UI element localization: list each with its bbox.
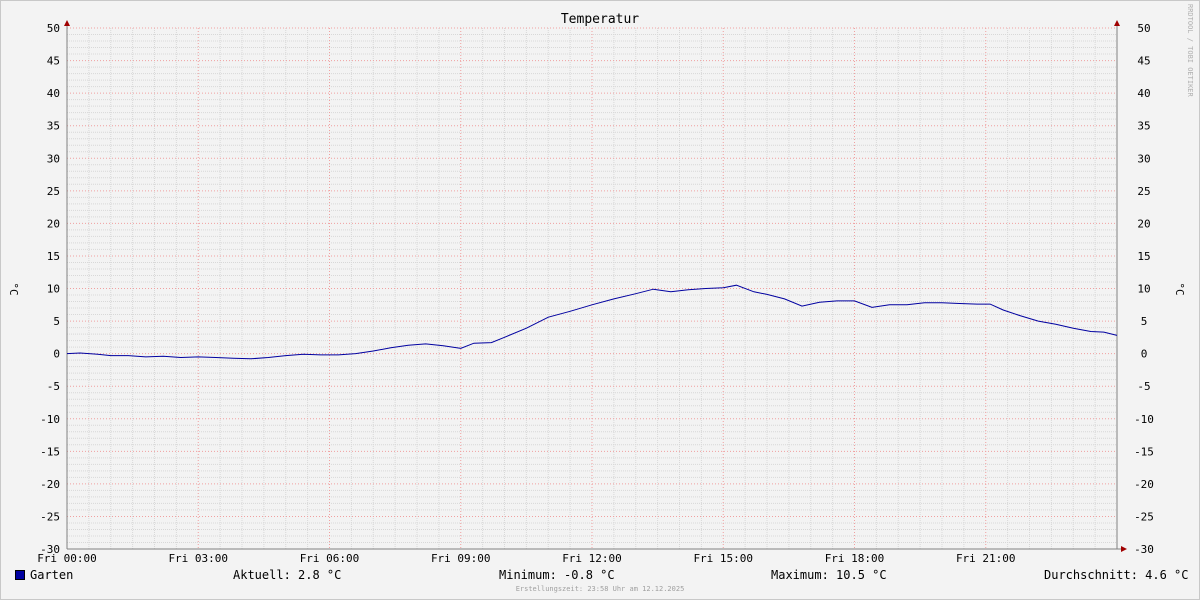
stat-minimum-value: -0.8 °C [564,568,615,582]
y-tick-label: 10 [47,283,60,296]
x-tick-label: Fri 18:00 [825,552,885,565]
y-tick-label: -20 [1134,478,1154,491]
y-tick-label: 35 [47,120,60,133]
y-tick-label: 15 [47,250,60,263]
y-tick-labels-right: 50454035302520151050-5-10-15-20-25-30 [1134,22,1154,556]
x-tick-labels: Fri 00:00 Fri 03:00 Fri 06:00 Fri 09:00 Fri … [37,552,1015,565]
y-tick-label: 25 [47,185,60,198]
chart-title: Temperatur [561,12,639,27]
y-tick-label: -25 [1134,510,1154,523]
y-tick-label: 45 [47,55,60,68]
y-tick-label: -20 [40,478,60,491]
stat-minimum-label: Minimum: [499,568,565,582]
x-tick-label: Fri 03:00 [168,552,228,565]
y-tick-label: -10 [1134,413,1154,426]
stat-average: Durchschnitt: 4.6 °C [1044,568,1189,582]
stat-maximum-label: Maximum: [771,568,837,582]
y-tick-label: 45 [1137,55,1150,68]
y-axis-label-left: °C [7,282,20,295]
stat-maximum-value: 10.5 °C [836,568,887,582]
y-tick-label: 30 [1137,152,1150,165]
y-axis-arrow-right [1114,20,1120,26]
x-tick-label: Fri 12:00 [562,552,622,565]
y-tick-label: -15 [1134,445,1154,458]
y-tick-label: -15 [40,445,60,458]
stat-current-value: 2.8 °C [298,568,342,582]
stat-minimum: Minimum: -0.8 °C [499,568,615,582]
y-tick-label: -25 [40,510,60,523]
y-axis-arrow-left [64,20,70,26]
y-tick-label: 10 [1137,283,1150,296]
stat-maximum: Maximum: 10.5 °C [771,568,887,582]
stat-average-label: Durchschnitt: [1044,568,1146,582]
stat-current-label: Aktuell: [233,568,299,582]
y-tick-label: 40 [1137,87,1150,100]
x-tick-label: Fri 00:00 [37,552,97,565]
y-tick-label: 35 [1137,120,1150,133]
stat-average-value: 4.6 °C [1145,568,1189,582]
y-tick-label: -5 [1137,380,1150,393]
y-tick-label: 20 [1137,217,1150,230]
y-tick-label: 5 [1141,315,1148,328]
y-tick-label: 15 [1137,250,1150,263]
y-tick-label: 20 [47,217,60,230]
stat-current: Aktuell: 2.8 °C [233,568,341,582]
x-axis-arrow [1121,546,1127,552]
x-tick-label: Fri 15:00 [693,552,753,565]
y-tick-label: -30 [1134,543,1154,556]
y-axis-label-right: °C [1173,282,1186,295]
y-tick-label: -10 [40,413,60,426]
y-tick-label: -5 [47,380,60,393]
y-tick-label: 5 [53,315,60,328]
x-tick-label: Fri 21:00 [956,552,1016,565]
x-tick-label: Fri 06:00 [300,552,360,565]
y-tick-label: 50 [47,22,60,35]
legend-swatch-garten [15,570,25,580]
y-tick-label: 0 [53,348,60,361]
temperature-chart: 50454035302520151050-5-10-15-20-25-30 50… [7,12,1186,565]
y-tick-label: 40 [47,87,60,100]
watermark: RRDTOOL / TOBI OETIKER [1186,4,1194,97]
y-tick-label: 30 [47,152,60,165]
y-tick-labels-left: 50454035302520151050-5-10-15-20-25-30 [40,22,60,556]
y-tick-label: 25 [1137,185,1150,198]
y-tick-label: 50 [1137,22,1150,35]
y-tick-label: 0 [1141,348,1148,361]
x-tick-label: Fri 09:00 [431,552,491,565]
legend-label-garten: Garten [30,568,74,582]
footer-timestamp: Erstellungszeit: 23:58 Uhr am 12.12.2025 [515,585,685,593]
